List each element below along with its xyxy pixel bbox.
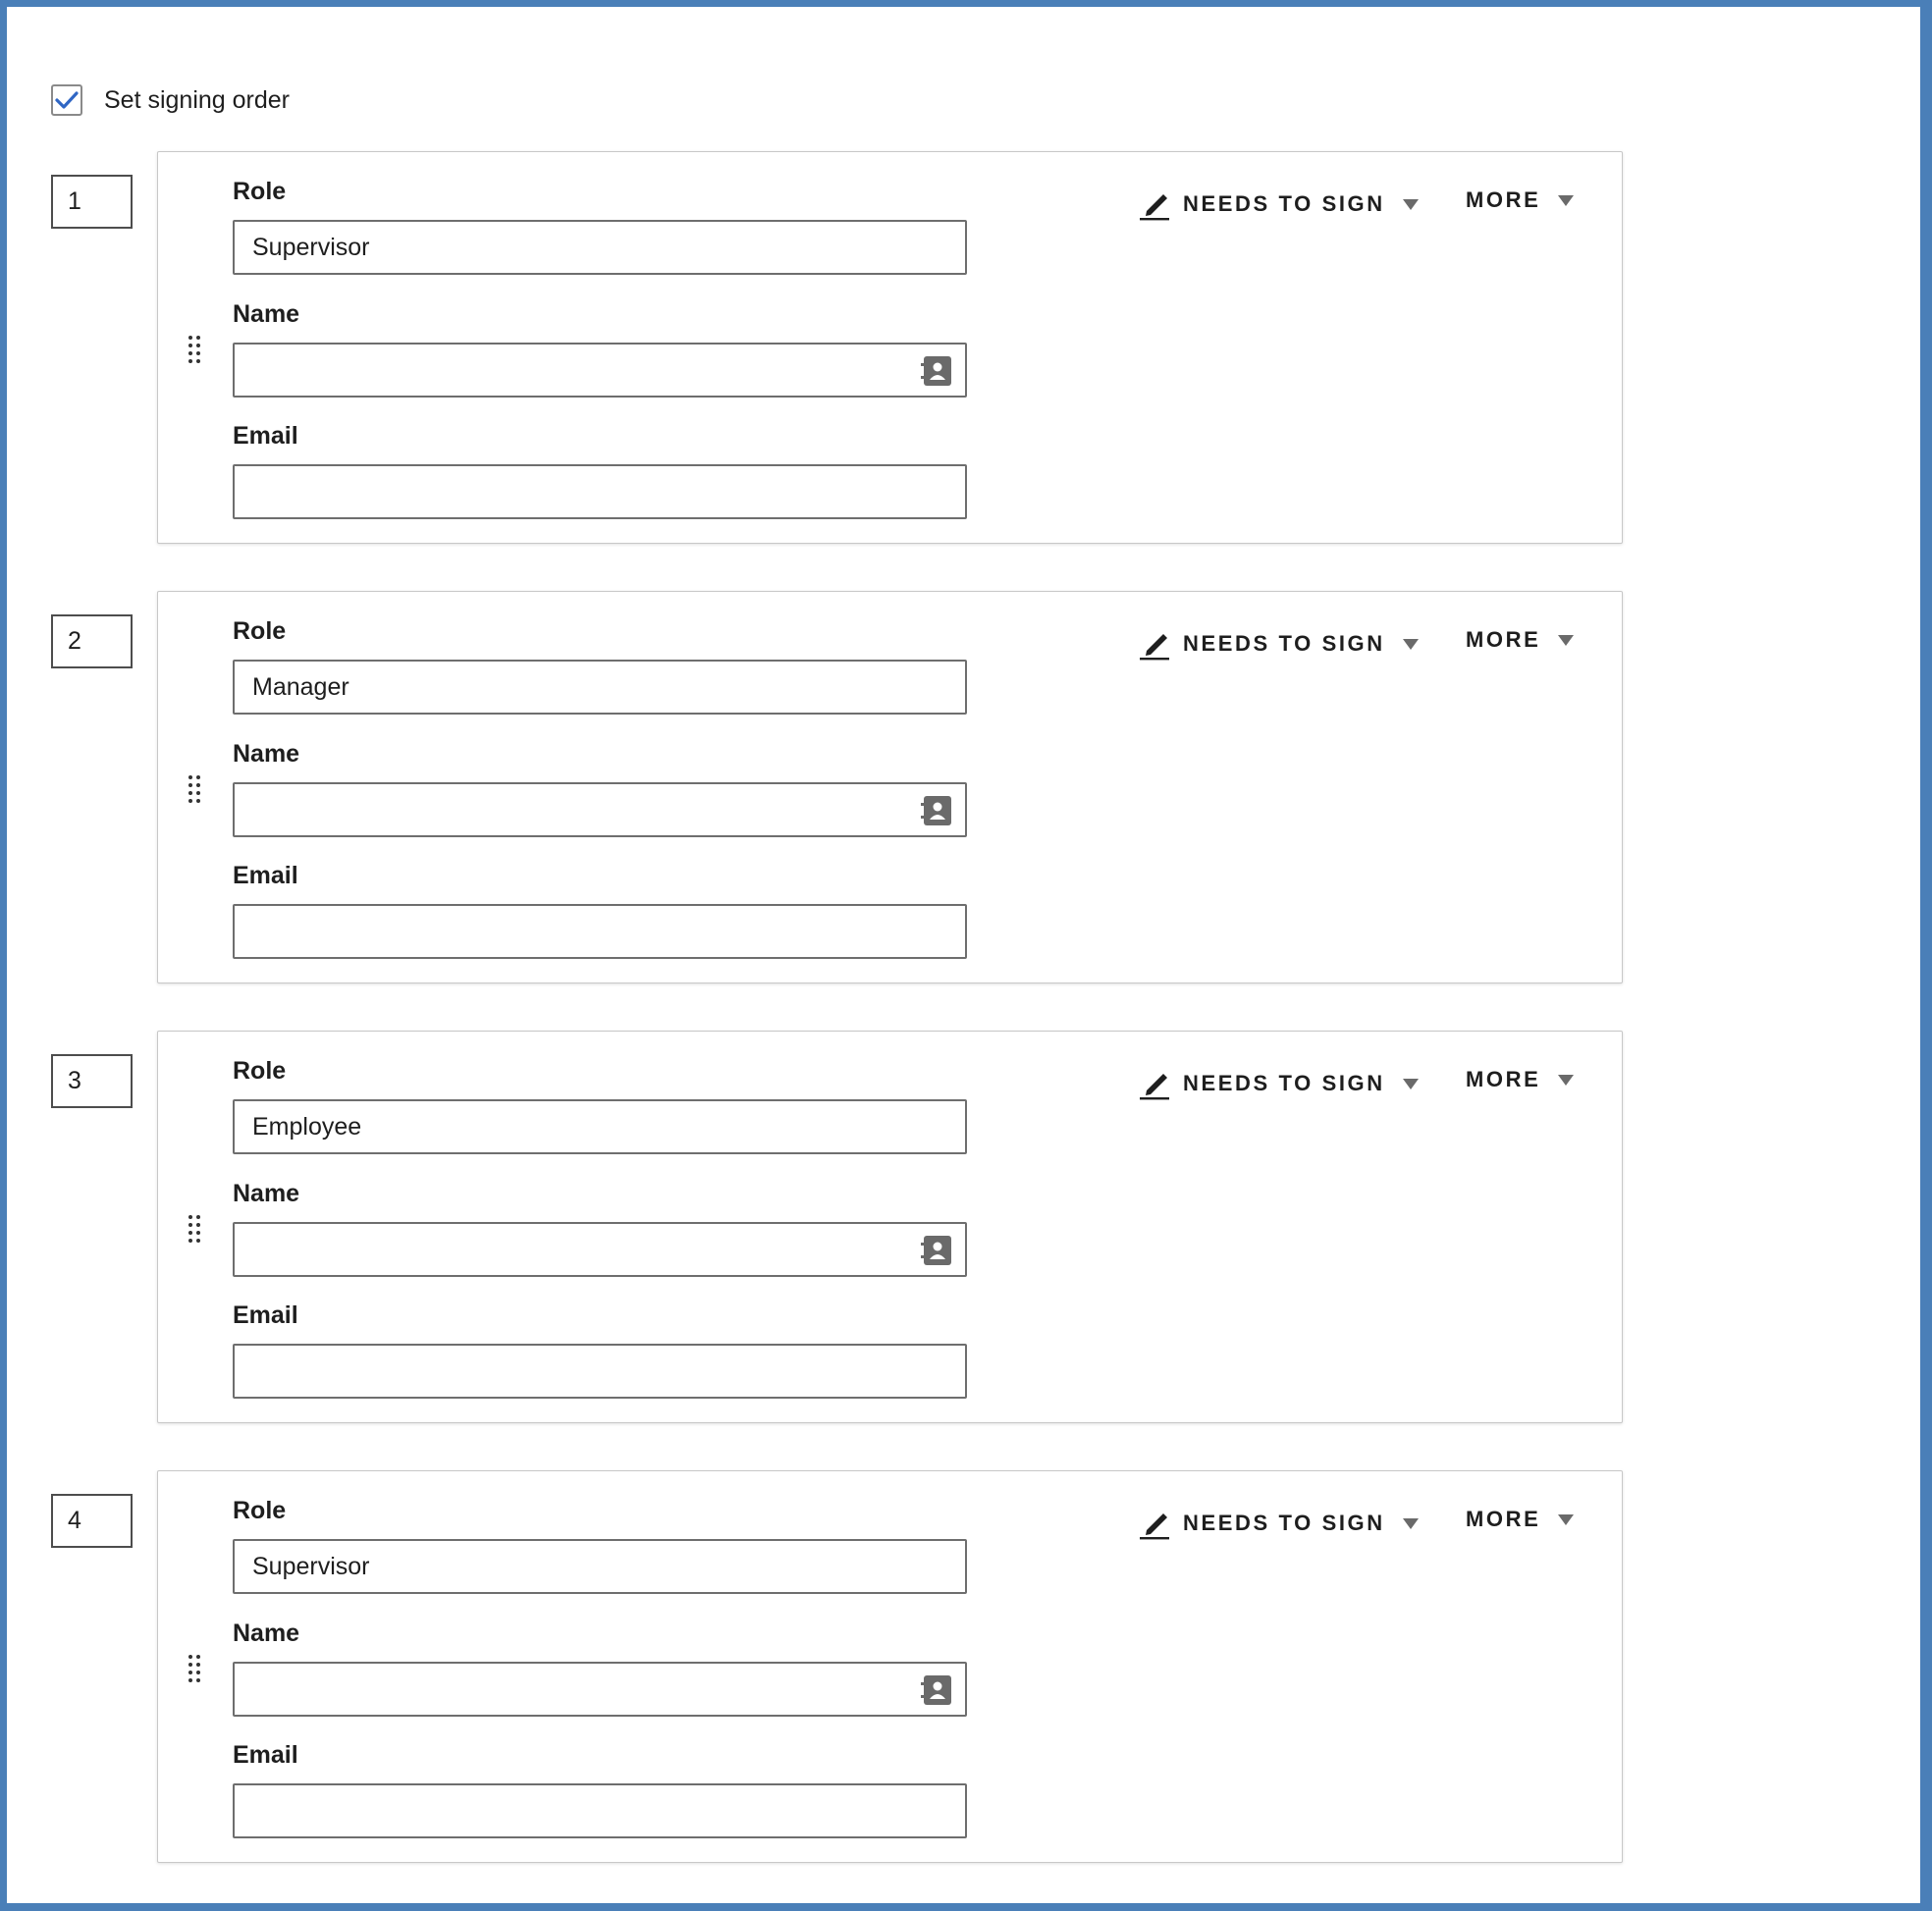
name-label: Name [233, 740, 300, 768]
role-label: Role [233, 617, 287, 645]
email-label: Email [233, 1741, 298, 1769]
recipient-row: Role Name Email NEEDS TO SIGN [51, 1470, 1623, 1863]
drag-handle-icon[interactable] [188, 774, 201, 804]
needs-to-sign-dropdown[interactable]: NEEDS TO SIGN [1138, 187, 1419, 221]
address-book-icon[interactable] [920, 1673, 953, 1707]
email-input[interactable] [233, 1344, 967, 1399]
recipient-row: Role Name Email NEEDS TO SIGN [51, 1031, 1623, 1423]
more-label: MORE [1466, 627, 1541, 652]
name-label: Name [233, 1619, 300, 1647]
checkmark-icon [55, 91, 79, 109]
more-dropdown[interactable]: MORE [1466, 627, 1575, 653]
more-label: MORE [1466, 1507, 1541, 1531]
recipient-card: Role Name Email NEEDS TO SIGN [157, 151, 1623, 544]
recipient-row: Role Name Email NEEDS TO SIGN [51, 591, 1623, 983]
more-label: MORE [1466, 187, 1541, 212]
caret-down-icon [1402, 1078, 1419, 1089]
email-input[interactable] [233, 904, 967, 959]
more-dropdown[interactable]: MORE [1466, 1507, 1575, 1532]
caret-down-icon [1558, 634, 1575, 646]
caret-down-icon [1402, 638, 1419, 650]
routing-order-input[interactable] [51, 1494, 133, 1548]
name-input[interactable] [233, 343, 967, 398]
email-input[interactable] [233, 464, 967, 519]
role-label: Role [233, 1497, 287, 1524]
email-label: Email [233, 862, 298, 889]
recipient-card: Role Name Email NEEDS TO SIGN [157, 1470, 1623, 1863]
needs-to-sign-label: NEEDS TO SIGN [1183, 1071, 1385, 1095]
drag-handle-icon[interactable] [188, 335, 201, 364]
routing-order-input[interactable] [51, 614, 133, 668]
needs-to-sign-label: NEEDS TO SIGN [1183, 191, 1385, 216]
name-input[interactable] [233, 782, 967, 837]
role-input[interactable] [233, 660, 967, 715]
pen-icon [1140, 634, 1169, 661]
needs-to-sign-dropdown[interactable]: NEEDS TO SIGN [1138, 627, 1419, 661]
email-label: Email [233, 422, 298, 450]
caret-down-icon [1558, 194, 1575, 206]
more-dropdown[interactable]: MORE [1466, 1067, 1575, 1092]
pen-icon [1140, 1074, 1169, 1100]
checkbox-box[interactable] [51, 84, 82, 116]
needs-to-sign-dropdown[interactable]: NEEDS TO SIGN [1138, 1507, 1419, 1540]
name-input[interactable] [233, 1222, 967, 1277]
email-input[interactable] [233, 1783, 967, 1838]
more-dropdown[interactable]: MORE [1466, 187, 1575, 213]
recipient-card: Role Name Email NEEDS TO SIGN [157, 591, 1623, 983]
needs-to-sign-label: NEEDS TO SIGN [1183, 1511, 1385, 1535]
caret-down-icon [1402, 1517, 1419, 1529]
routing-order-input[interactable] [51, 1054, 133, 1108]
caret-down-icon [1558, 1074, 1575, 1086]
address-book-icon[interactable] [920, 794, 953, 827]
caret-down-icon [1558, 1513, 1575, 1525]
role-input[interactable] [233, 1099, 967, 1154]
pen-icon [1140, 194, 1169, 221]
name-label: Name [233, 1180, 300, 1207]
role-input[interactable] [233, 1539, 967, 1594]
set-signing-order-checkbox[interactable]: Set signing order [51, 84, 290, 116]
more-label: MORE [1466, 1067, 1541, 1091]
window-frame: Set signing order Role Name Email [0, 0, 1932, 1911]
drag-handle-icon[interactable] [188, 1214, 201, 1244]
name-input[interactable] [233, 1662, 967, 1717]
recipient-row: Role Name Email NEEDS TO SIGN [51, 151, 1623, 544]
email-label: Email [233, 1301, 298, 1329]
needs-to-sign-dropdown[interactable]: NEEDS TO SIGN [1138, 1067, 1419, 1100]
address-book-icon[interactable] [920, 354, 953, 388]
address-book-icon[interactable] [920, 1234, 953, 1267]
caret-down-icon [1402, 198, 1419, 210]
set-signing-order-label: Set signing order [104, 85, 291, 114]
routing-order-input[interactable] [51, 175, 133, 229]
role-input[interactable] [233, 220, 967, 275]
recipient-card: Role Name Email NEEDS TO SIGN [157, 1031, 1623, 1423]
pen-icon [1140, 1513, 1169, 1540]
needs-to-sign-label: NEEDS TO SIGN [1183, 631, 1385, 656]
role-label: Role [233, 178, 287, 205]
role-label: Role [233, 1057, 287, 1085]
drag-handle-icon[interactable] [188, 1654, 201, 1683]
name-label: Name [233, 300, 300, 328]
